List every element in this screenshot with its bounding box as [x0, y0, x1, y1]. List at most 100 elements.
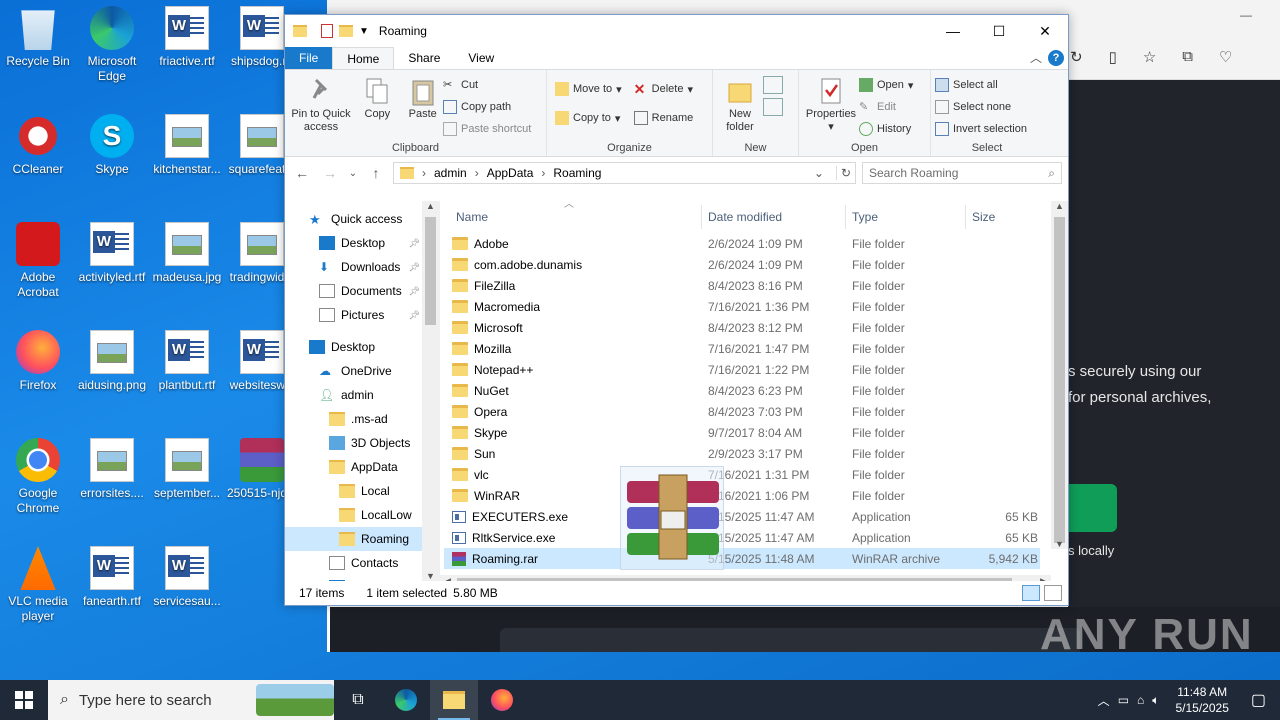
delete-button[interactable]: ✕ Delete ▾ [634, 74, 694, 104]
new-item-icon[interactable] [763, 76, 783, 94]
column-name[interactable]: Name [440, 205, 702, 229]
desktop-icon[interactable]: S Skype [74, 114, 150, 177]
file-row[interactable]: vlc 7/16/2021 1:31 PM File folder [444, 464, 1040, 485]
file-scrollbar[interactable]: ▲ ▼ [1051, 201, 1068, 549]
file-row[interactable]: NuGet 8/4/2023 6:23 PM File folder [444, 380, 1040, 401]
collapse-ribbon-icon[interactable]: ︿ [1030, 47, 1042, 69]
taskbar-firefox[interactable] [478, 680, 526, 720]
nav-item[interactable]: Contacts [285, 551, 422, 575]
pin-icon[interactable]: 📌︎ [409, 238, 420, 249]
tab-share[interactable]: Share [394, 47, 454, 69]
desktop-icon[interactable]: Firefox [0, 330, 76, 393]
search-box[interactable]: Search Roaming ⌕ [862, 162, 1062, 184]
rename-button[interactable]: Rename [633, 104, 693, 132]
history-button[interactable]: History [859, 118, 913, 140]
forward-button[interactable]: → [319, 165, 341, 181]
back-button[interactable]: ← [291, 165, 313, 181]
minimize-browser-icon[interactable]: — [1240, 8, 1252, 22]
address-bar[interactable]: › admin › AppData › Roaming ⌄ ↻ [393, 162, 856, 184]
properties-button[interactable]: Properties ▾ [803, 74, 859, 140]
desktop-icon[interactable]: VLC media player [0, 546, 76, 624]
desktop-icon[interactable]: kitchenstar... [149, 114, 225, 177]
nav-item[interactable]: Local [285, 479, 422, 503]
tab-home[interactable]: Home [332, 47, 395, 69]
nav-scroll-thumb[interactable] [425, 217, 436, 325]
file-scroll-thumb[interactable] [1054, 217, 1065, 543]
nav-item[interactable]: Desktop [285, 335, 422, 359]
nav-item[interactable]: AppData [285, 455, 422, 479]
desktop-icon[interactable]: madeusa.jpg [149, 222, 225, 285]
maximize-button[interactable]: ☐ [976, 16, 1022, 46]
tab-file[interactable]: File [285, 47, 333, 69]
column-type[interactable]: Type [846, 205, 966, 229]
pin-icon[interactable]: 📌︎ [409, 310, 420, 321]
nav-item[interactable]: ☁ OneDrive [285, 359, 422, 383]
nav-scrollbar[interactable]: ▲ ▼ [422, 201, 439, 581]
nav-item[interactable]: ⬇ Downloads 📌︎ [285, 255, 422, 279]
breadcrumb-roaming[interactable]: Roaming [553, 166, 601, 180]
file-row[interactable]: Opera 8/4/2023 7:03 PM File folder [444, 401, 1040, 422]
file-row[interactable]: Adobe 2/6/2024 1:09 PM File folder [444, 233, 1040, 254]
desktop-icon[interactable]: Microsoft Edge [74, 6, 150, 84]
nav-item[interactable]: ★ Quick access [285, 207, 422, 231]
task-view-button[interactable]: ⧉ [334, 680, 382, 720]
performance-icon[interactable]: ♡ [1219, 48, 1232, 72]
properties-icon[interactable] [321, 24, 333, 38]
desktop-icon[interactable]: Wservicesau... [149, 546, 225, 609]
wifi-icon[interactable]: ⌂ [1137, 693, 1144, 707]
desktop-icon[interactable]: errorsites.... [74, 438, 150, 501]
taskbar-edge[interactable] [382, 680, 430, 720]
scroll-down-icon[interactable]: ▼ [1051, 539, 1068, 549]
file-row[interactable]: RltkService.exe 5/15/2025 11:47 AM Applica… [444, 527, 1040, 548]
desktop-icon[interactable]: aidusing.png [74, 330, 150, 393]
split-screen-icon[interactable]: ▯ [1109, 48, 1117, 72]
desktop-icon[interactable]: Adobe Acrobat [0, 222, 76, 300]
refresh-icon[interactable]: ↻ [1070, 48, 1083, 72]
desktop-icon[interactable]: CCleaner [0, 114, 76, 177]
page-green-button[interactable] [1068, 484, 1117, 532]
new-folder-button[interactable]: New folder [717, 74, 763, 134]
refresh-icon[interactable]: ↻ [835, 166, 855, 180]
desktop-icon[interactable]: Recycle Bin [0, 6, 76, 69]
cut-button[interactable]: ✂ Cut [443, 74, 531, 96]
copy-to-button[interactable]: Copy to ▾ [555, 104, 622, 132]
nav-item[interactable]: Pictures 📌︎ [285, 303, 422, 327]
nav-item[interactable]: Documents 📌︎ [285, 279, 422, 303]
new-folder-icon[interactable] [339, 25, 353, 37]
file-row[interactable]: Skype 9/7/2017 8:04 AM File folder [444, 422, 1040, 443]
move-to-button[interactable]: Move to ▾ [555, 74, 622, 104]
nav-item[interactable]: Roaming [285, 527, 422, 551]
file-row[interactable]: Mozilla 7/16/2021 1:47 PM File folder [444, 338, 1040, 359]
up-button[interactable]: ↑ [365, 165, 387, 181]
scroll-down-icon[interactable]: ▼ [422, 571, 439, 581]
file-row[interactable]: Microsoft 8/4/2023 8:12 PM File folder [444, 317, 1040, 338]
desktop-icon[interactable]: Wfanearth.rtf [74, 546, 150, 609]
invert-selection-button[interactable]: Invert selection [935, 118, 1039, 140]
copy-path-button[interactable]: Copy path [443, 96, 531, 118]
nav-item[interactable]: 👤︎ admin [285, 383, 422, 407]
copy-button[interactable]: Copy [356, 74, 398, 121]
scroll-up-icon[interactable]: ▲ [1051, 201, 1068, 211]
desktop-icon[interactable]: Wactivityled.rtf [74, 222, 150, 285]
paste-shortcut-button[interactable]: Paste shortcut [443, 118, 531, 140]
pin-quick-access-button[interactable]: Pin to Quick access [289, 74, 353, 134]
tab-view[interactable]: View [454, 47, 508, 69]
edit-button[interactable]: ✎ Edit [859, 96, 913, 118]
minimize-button[interactable]: — [930, 16, 976, 46]
breadcrumb-admin[interactable]: admin [434, 166, 467, 180]
network-icon[interactable]: ▭ [1118, 693, 1129, 707]
scroll-up-icon[interactable]: ▲ [422, 201, 439, 211]
paste-button[interactable]: Paste [402, 74, 444, 121]
column-size[interactable]: Size [966, 205, 1038, 229]
favorites-icon[interactable]: ☆ [1143, 48, 1156, 72]
file-row[interactable]: Roaming.rar 5/15/2025 11:48 AM WinRAR arch… [444, 548, 1040, 569]
open-button[interactable]: Open ▾ [859, 74, 913, 96]
desktop-icon[interactable]: Google Chrome [0, 438, 76, 516]
address-dropdown-icon[interactable]: ⌄ [814, 166, 828, 180]
select-all-button[interactable]: Select all [935, 74, 1039, 96]
file-row[interactable]: Macromedia 7/16/2021 1:36 PM File folder [444, 296, 1040, 317]
file-row[interactable]: com.adobe.dunamis 2/6/2024 1:09 PM File fo… [444, 254, 1040, 275]
desktop-icon[interactable]: september... [149, 438, 225, 501]
collections-icon[interactable]: ⧉ [1182, 48, 1193, 72]
file-row[interactable]: Notepad++ 7/16/2021 1:22 PM File folder [444, 359, 1040, 380]
